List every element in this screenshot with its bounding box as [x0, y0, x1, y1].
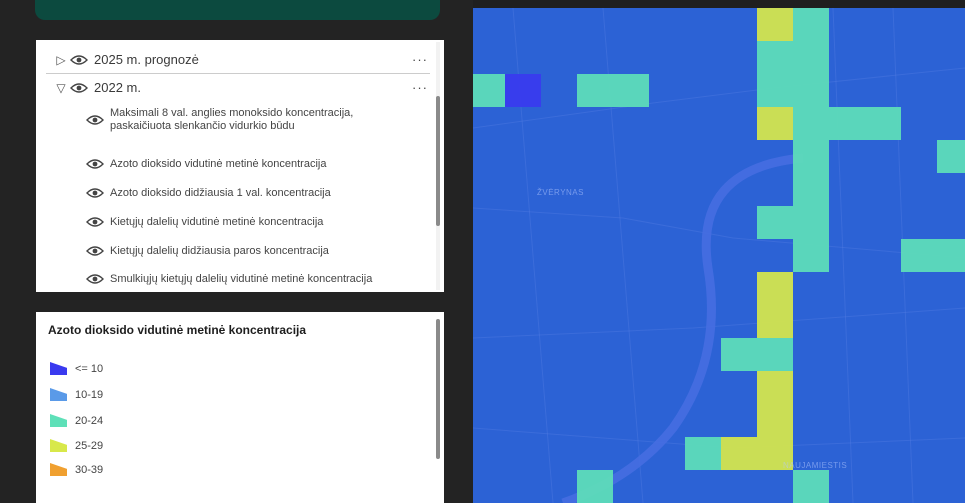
heatmap-cell[interactable]: [757, 338, 793, 371]
heatmap-cell[interactable]: [757, 8, 793, 41]
heatmap-cell[interactable]: [793, 173, 829, 206]
heatmap-cell[interactable]: [721, 437, 757, 470]
eye-icon[interactable]: [86, 114, 104, 126]
legend-item: 10-19: [50, 388, 103, 401]
eye-icon[interactable]: [86, 245, 104, 257]
heatmap-cell[interactable]: [613, 74, 649, 107]
sublayer-pm25-annual[interactable]: Smulkiųjų kietųjų dalelių vidutinė metin…: [84, 273, 444, 286]
heatmap-cell[interactable]: [937, 239, 965, 272]
expand-caret-icon[interactable]: ▷: [54, 53, 68, 67]
legend-item: 25-29: [50, 439, 103, 452]
sublayer-co-max8h[interactable]: Maksimali 8 val. anglies monoksido konce…: [84, 107, 444, 132]
sublayer-pm-annual[interactable]: Kietųjų dalelių vidutinė metinė koncentr…: [84, 216, 444, 229]
eye-icon[interactable]: [70, 82, 88, 94]
legend-item: 30-39: [50, 463, 103, 476]
sublayer-label: Kietųjų dalelių didžiausia paros koncent…: [110, 245, 329, 257]
legend-item: 20-24: [50, 414, 103, 427]
layer-group-label: 2025 m. prognozė: [94, 52, 199, 67]
eye-icon[interactable]: [86, 216, 104, 228]
eye-icon[interactable]: [86, 273, 104, 285]
heatmap-cell[interactable]: [793, 107, 829, 140]
heatmap-cell[interactable]: [757, 272, 793, 305]
heatmap-cell[interactable]: [757, 74, 793, 107]
sublayer-label: Smulkiųjų kietųjų dalelių vidutinė metin…: [110, 273, 373, 285]
heatmap-cell[interactable]: [901, 239, 937, 272]
district-label-naujamiestis: NAUJAMIESTIS: [783, 461, 848, 470]
heatmap-cell[interactable]: [577, 470, 613, 503]
sublayer-label: Azoto dioksido didžiausia 1 val. koncent…: [110, 187, 331, 199]
eye-icon[interactable]: [86, 187, 104, 199]
legend-label: 20-24: [75, 414, 104, 427]
sublayer-label: Azoto dioksido vidutinė metinė koncentra…: [110, 158, 327, 170]
legend-label: <= 10: [75, 362, 104, 375]
heatmap-cell[interactable]: [577, 74, 613, 107]
heatmap-cell[interactable]: [757, 206, 793, 239]
legend-swatch: [50, 388, 67, 401]
heatmap-cell[interactable]: [757, 107, 793, 140]
eye-icon[interactable]: [86, 158, 104, 170]
map-view[interactable]: ŽVĖRYNAS NAUJAMIESTIS: [473, 8, 965, 503]
heatmap-cell[interactable]: [793, 41, 829, 74]
legend-swatch: [50, 439, 67, 452]
map-canvas[interactable]: [473, 8, 965, 503]
layer-list: ▷ 2025 m. prognozė ··· ▽ 2022 m. ··· Mak…: [36, 40, 444, 292]
sublayer-no2-max1h[interactable]: Azoto dioksido didžiausia 1 val. koncent…: [84, 187, 444, 200]
district-label-zverynas: ŽVĖRYNAS: [537, 188, 584, 197]
heatmap-cell[interactable]: [721, 338, 757, 371]
scrollbar-thumb[interactable]: [436, 319, 440, 459]
legend-swatch: [50, 463, 67, 476]
eye-icon[interactable]: [70, 54, 88, 66]
heatmap-cell[interactable]: [793, 74, 829, 107]
heatmap-cell[interactable]: [473, 74, 505, 107]
sublayer-no2-annual[interactable]: Azoto dioksido vidutinė metinė koncentra…: [84, 158, 444, 171]
legend-title: Azoto dioksido vidutinė metinė koncentra…: [48, 323, 307, 337]
heatmap-cell[interactable]: [829, 107, 865, 140]
legend-item: <= 10: [50, 362, 103, 375]
heatmap-cell[interactable]: [757, 305, 793, 338]
legend-label: 30-39: [75, 463, 104, 476]
collapse-caret-icon[interactable]: ▽: [54, 81, 68, 95]
sublayer-pm-daily[interactable]: Kietųjų dalelių didžiausia paros koncent…: [84, 245, 444, 258]
heatmap-cell[interactable]: [757, 371, 793, 404]
legend-swatch: [50, 414, 67, 427]
sublayer-label: Maksimali 8 val. anglies monoksido konce…: [110, 107, 354, 132]
layer-group-2025[interactable]: ▷ 2025 m. prognozė ···: [54, 52, 444, 67]
heatmap-cell[interactable]: [937, 140, 965, 173]
divider: [46, 73, 430, 74]
left-panel: ▷ 2025 m. prognozė ··· ▽ 2022 m. ··· Mak…: [0, 0, 473, 503]
street-network: [473, 8, 965, 503]
heatmap-cell[interactable]: [685, 437, 721, 470]
heatmap-cell[interactable]: [793, 239, 829, 272]
heatmap-cell[interactable]: [793, 206, 829, 239]
layer-group-2022[interactable]: ▽ 2022 m. ···: [54, 80, 444, 95]
heatmap-cell[interactable]: [757, 41, 793, 74]
legend-label: 25-29: [75, 439, 104, 452]
more-options-button[interactable]: ···: [412, 52, 428, 67]
heatmap-cell[interactable]: [793, 470, 829, 503]
more-options-button[interactable]: ···: [412, 80, 428, 95]
scrollbar-thumb[interactable]: [436, 96, 440, 226]
legend-label: 10-19: [75, 388, 104, 401]
heatmap-cell[interactable]: [793, 8, 829, 41]
layer-group-label: 2022 m.: [94, 80, 141, 95]
heatmap-cell[interactable]: [505, 74, 541, 107]
legend-panel: Azoto dioksido vidutinė metinė koncentra…: [36, 312, 444, 503]
legend-swatch: [50, 362, 67, 375]
heatmap-cell[interactable]: [757, 404, 793, 437]
heatmap-cell[interactable]: [865, 107, 901, 140]
top-header-bar: [35, 0, 440, 20]
sublayer-label: Kietųjų dalelių vidutinė metinė koncentr…: [110, 216, 324, 228]
heatmap-cell[interactable]: [793, 140, 829, 173]
